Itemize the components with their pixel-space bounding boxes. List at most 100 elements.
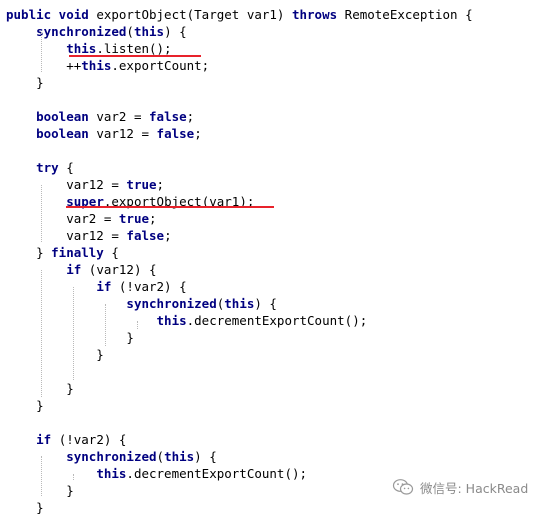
code-keyword: boolean [36, 109, 97, 124]
code-token: } [6, 347, 104, 362]
indent-guide [41, 456, 42, 496]
code-token: } [6, 398, 44, 413]
code-token: { [66, 160, 74, 175]
code-editor[interactable]: public void exportObject(Target var1) th… [0, 0, 539, 515]
code-line: var2 = true; [6, 210, 157, 227]
code-line: } [6, 499, 44, 516]
code-token: (!var2) { [58, 432, 127, 447]
indent-guide [73, 287, 74, 380]
code-line: synchronized(this) { [6, 448, 217, 465]
code-token: (var12) { [88, 262, 157, 277]
code-token: ) { [254, 296, 277, 311]
red-underline [69, 55, 201, 57]
code-keyword: try [36, 160, 67, 175]
code-line: if (var12) { [6, 261, 157, 278]
code-token: } [6, 245, 52, 260]
code-token: ( [126, 24, 134, 39]
code-token: var12 = [6, 228, 127, 243]
code-token: exportObject(Target var1) [96, 7, 292, 22]
code-keyword: this [96, 466, 127, 481]
code-line: var12 = true; [6, 176, 164, 193]
code-keyword: if [66, 262, 89, 277]
watermark-text: 微信号: HackRead [420, 480, 529, 496]
code-token: ; [149, 211, 157, 226]
code-line: boolean var12 = false; [6, 125, 202, 142]
code-keyword: this [156, 313, 187, 328]
code-line: if (!var2) { [6, 431, 126, 448]
code-token: ) { [194, 449, 217, 464]
code-keyword: this [164, 449, 195, 464]
code-keyword: throws [291, 7, 345, 22]
code-line: } [6, 346, 104, 363]
indent-guide [137, 321, 138, 329]
code-token: .decrementExportCount(); [186, 313, 368, 328]
code-keyword: false [149, 109, 187, 124]
code-line: } [6, 329, 134, 346]
code-keyword: synchronized [66, 449, 157, 464]
code-keyword: true [118, 211, 149, 226]
code-token: } [6, 381, 74, 396]
code-keyword: true [126, 177, 157, 192]
code-line: this.decrementExportCount(); [6, 312, 368, 329]
code-line: } [6, 74, 44, 91]
indent-guide [105, 304, 106, 346]
code-token: ; [164, 228, 172, 243]
wechat-icon [392, 479, 414, 495]
code-line: var12 = false; [6, 227, 172, 244]
code-token: var2 = [6, 211, 119, 226]
code-keyword: false [156, 126, 195, 141]
code-token: ; [186, 109, 195, 124]
code-token: } [6, 500, 44, 515]
code-line: } [6, 482, 74, 499]
code-token: ++ [6, 58, 82, 73]
code-token: } [6, 483, 74, 498]
code-token: .decrementExportCount(); [126, 466, 308, 481]
code-keyword: this [66, 41, 97, 56]
indent-guide [41, 270, 42, 397]
indent-guide [73, 474, 74, 480]
code-line: public void exportObject(Target var1) th… [6, 6, 473, 23]
code-token: { [111, 245, 119, 260]
code-token: .listen(); [96, 41, 172, 56]
code-keyword: this [224, 296, 255, 311]
indent-guide [41, 32, 42, 72]
code-keyword: if [96, 279, 119, 294]
code-keyword: finally [51, 245, 112, 260]
code-token: ) { [164, 24, 187, 39]
code-token: var12 = [96, 126, 157, 141]
code-token: (!var2) { [118, 279, 187, 294]
code-keyword: synchronized [36, 24, 127, 39]
code-line: if (!var2) { [6, 278, 187, 295]
code-token: } [6, 330, 134, 345]
code-line: try { [6, 159, 74, 176]
code-line: } [6, 380, 74, 397]
code-token: ; [156, 177, 165, 192]
code-line: } [6, 397, 44, 414]
indent-guide [41, 185, 42, 242]
code-token: var12 = [6, 177, 127, 192]
red-underline [66, 206, 274, 208]
code-line: } finally { [6, 244, 119, 261]
code-keyword: boolean [36, 126, 97, 141]
code-token: RemoteException { [344, 7, 473, 22]
code-line: synchronized(this) { [6, 23, 187, 40]
code-token: var2 = [96, 109, 150, 124]
code-line: synchronized(this) { [6, 295, 277, 312]
code-keyword: public void [6, 7, 97, 22]
code-token: ( [156, 449, 165, 464]
code-keyword: if [36, 432, 59, 447]
code-keyword: false [126, 228, 165, 243]
